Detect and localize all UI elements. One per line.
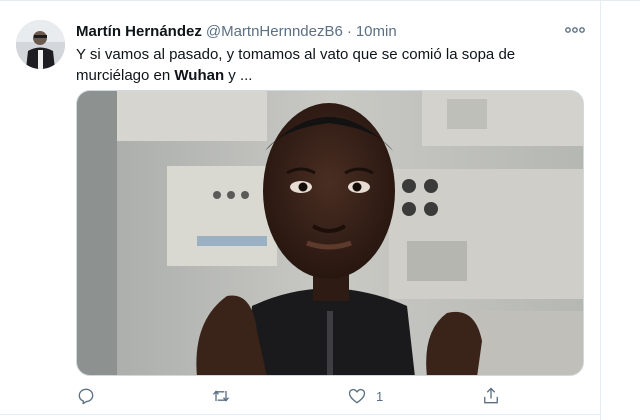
tweet-text-bold: Wuhan [174,67,225,84]
separator-dot: · [346,22,352,40]
tweet-header: Martín Hernández @MartnHernndezB6 · 10mi… [76,21,397,41]
like-button[interactable]: 1 [347,385,383,407]
author-name[interactable]: Martín Hernández [76,23,202,40]
author-handle[interactable]: @MartnHernndezB6 [206,23,343,40]
like-icon [348,388,366,404]
reply-button[interactable] [76,385,96,407]
more-options-button[interactable] [564,23,586,37]
top-divider [0,0,640,1]
like-count: 1 [376,388,384,404]
retweet-button[interactable] [211,385,231,407]
tweet-timestamp[interactable]: 10min [356,23,397,40]
share-icon [484,387,498,404]
tweet-text-part2: y ... [224,67,253,84]
tweet-actions: 1 [76,385,586,407]
tweet-bottom-divider [0,414,600,415]
timeline-border [600,0,601,420]
retweet-icon [212,390,230,402]
reply-icon [78,388,94,405]
tweet-text-part1: Y si vamos al pasado, y tomamos al vato … [76,46,516,84]
more-icon [565,27,585,33]
share-button[interactable] [481,385,501,407]
tweet-text: Y si vamos al pasado, y tomamos al vato … [76,44,586,86]
tweet-media-image[interactable] [76,90,584,376]
author-avatar[interactable] [16,20,65,69]
